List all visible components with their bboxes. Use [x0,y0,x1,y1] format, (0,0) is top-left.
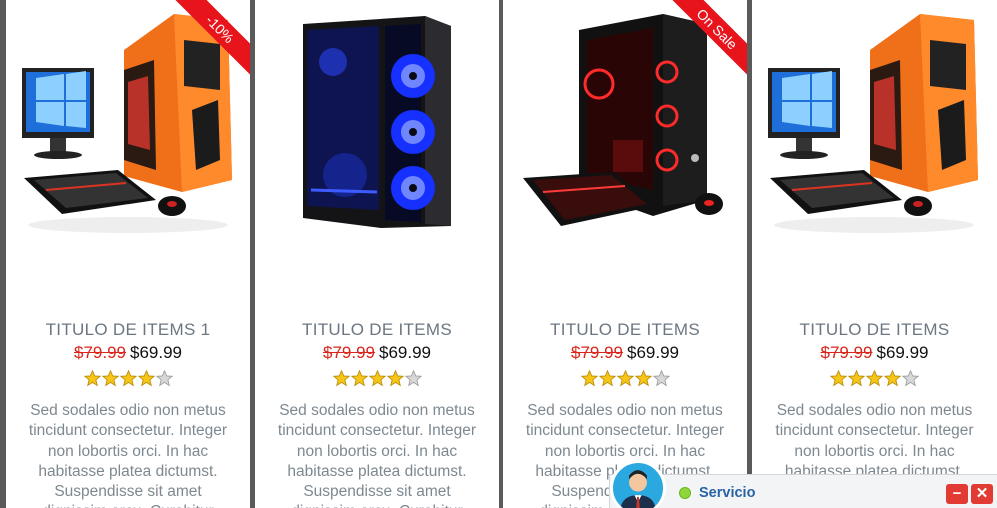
product-price: $79.99 $69.99 [503,343,747,363]
product-description: Sed sodales odio non metus tincidunt con… [277,402,477,508]
product-price: $79.99 $69.99 [255,343,499,363]
discount-ribbon: -10% [170,0,250,80]
star-empty-icon [156,370,173,387]
star-rating [255,370,499,388]
star-full-icon [581,370,598,387]
sale-ribbon: On Sale [667,0,747,80]
star-full-icon [138,370,155,387]
agent-avatar-icon[interactable] [610,460,666,508]
star-full-icon [387,370,404,387]
star-full-icon [351,370,368,387]
minimize-button[interactable]: − [946,484,968,504]
star-empty-icon [902,370,919,387]
product-description: Sed sodales odio non metus tincidunt con… [28,402,228,508]
star-empty-icon [653,370,670,387]
star-full-icon [369,370,386,387]
old-price: $79.99 [74,343,126,362]
product-grid: -10% TITULO DE ITEMS 1 $79.99 $69.99 Sed … [0,0,997,508]
product-card[interactable]: TITULO DE ITEMS $79.99 $69.99 Sed sodales… [752,0,997,508]
star-full-icon [848,370,865,387]
current-price: $69.99 [130,343,182,362]
star-full-icon [830,370,847,387]
old-price: $79.99 [820,343,873,362]
discount-badge: -10% [170,0,250,80]
product-title[interactable]: TITULO DE ITEMS [752,320,997,340]
old-price: $79.99 [323,343,375,362]
current-price: $69.99 [379,343,431,362]
sale-badge: On Sale [667,0,747,80]
star-rating [503,370,747,388]
star-full-icon [599,370,616,387]
current-price: $69.99 [627,343,679,362]
product-image[interactable] [255,0,499,300]
current-price: $69.99 [876,343,929,362]
star-full-icon [120,370,137,387]
product-card[interactable]: TITULO DE ITEMS $79.99 $69.99 Sed sodales… [255,0,499,508]
product-image[interactable] [752,0,997,300]
product-title[interactable]: TITULO DE ITEMS 1 [6,320,250,340]
star-full-icon [635,370,652,387]
product-title[interactable]: TITULO DE ITEMS [503,320,747,340]
star-full-icon [884,370,901,387]
product-card[interactable]: On Sale TITULO DE ITEMS $79.99 $69.99 Sed… [503,0,747,508]
product-title[interactable]: TITULO DE ITEMS [255,320,499,340]
online-status-icon [679,487,691,499]
star-full-icon [333,370,350,387]
old-price: $79.99 [571,343,623,362]
star-full-icon [866,370,883,387]
close-button[interactable]: ✕ [971,484,993,504]
product-price: $79.99 $69.99 [752,343,997,363]
chat-label[interactable]: Servicio [699,485,755,501]
star-full-icon [102,370,119,387]
star-full-icon [84,370,101,387]
star-rating [752,370,997,388]
chat-widget[interactable]: Servicio − ✕ [609,460,997,508]
product-price: $79.99 $69.99 [6,343,250,363]
star-rating [6,370,250,388]
star-full-icon [617,370,634,387]
star-empty-icon [405,370,422,387]
product-card[interactable]: -10% TITULO DE ITEMS 1 $79.99 $69.99 Sed … [6,0,250,508]
